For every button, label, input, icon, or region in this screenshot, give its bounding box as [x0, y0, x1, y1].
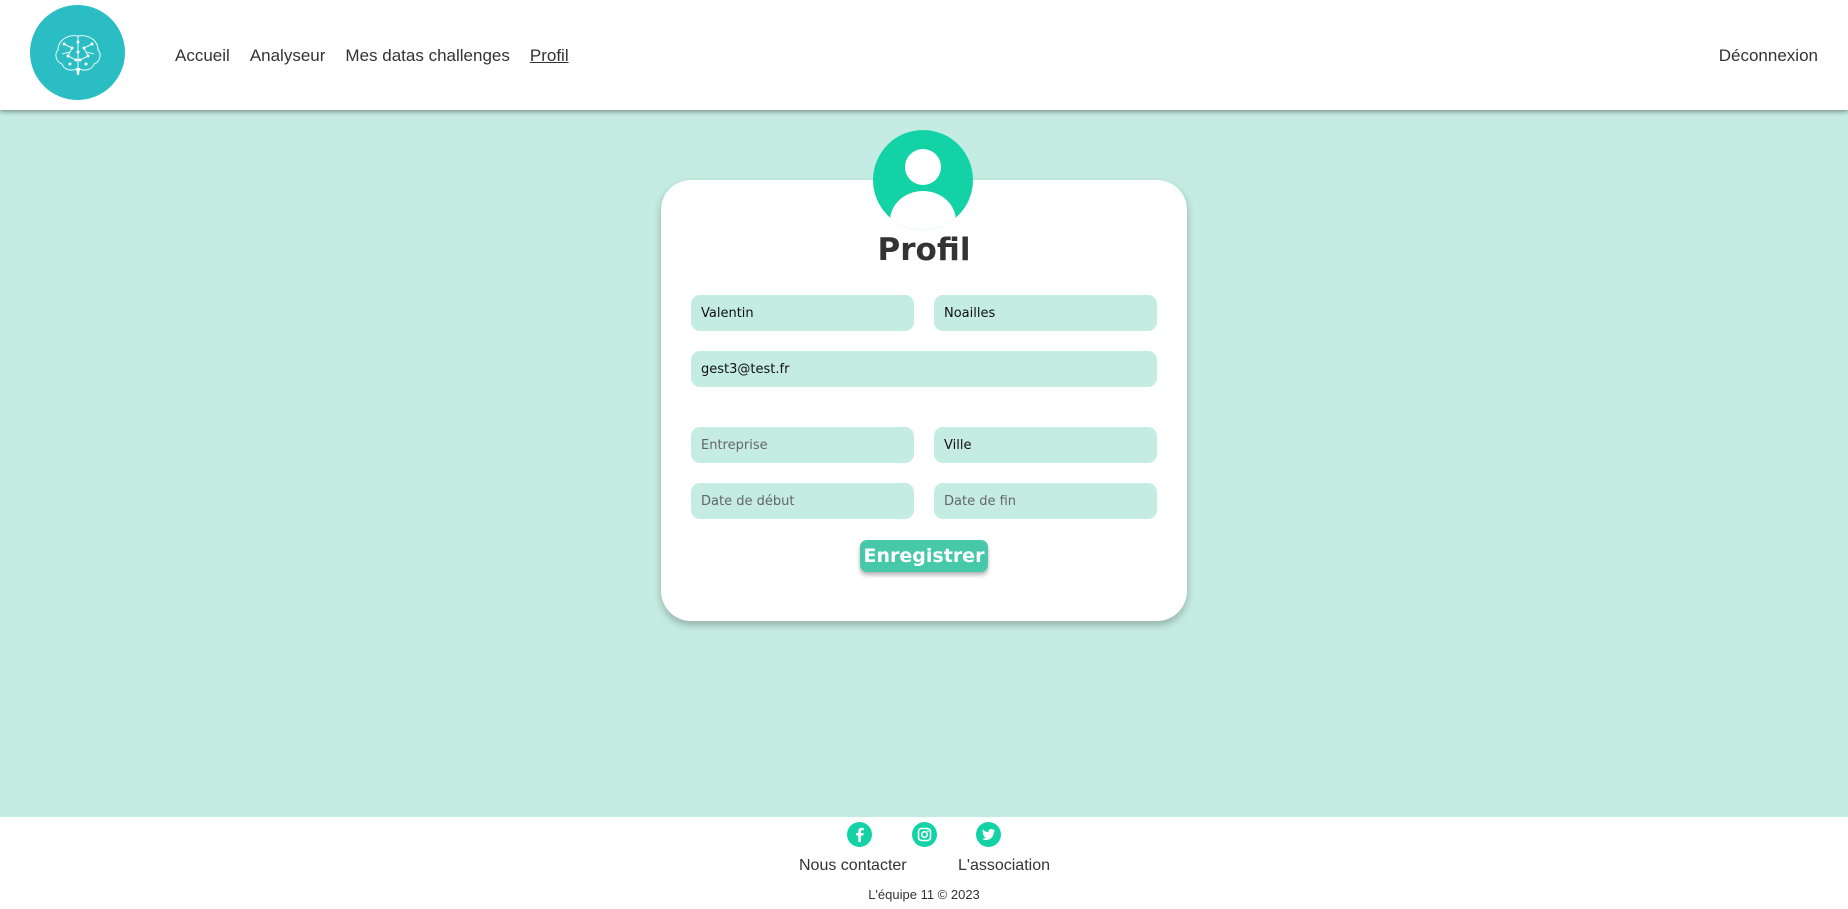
- avatar-body: [890, 191, 956, 230]
- company-field[interactable]: [691, 427, 914, 463]
- city-field[interactable]: [934, 427, 1157, 463]
- save-button[interactable]: Enregistrer: [860, 540, 988, 572]
- instagram-icon[interactable]: [912, 822, 937, 847]
- nav-mes-datas-challenges[interactable]: Mes datas challenges: [345, 46, 509, 66]
- twitter-icon[interactable]: [976, 822, 1001, 847]
- top-navbar: Accueil Analyseur Mes datas challenges P…: [0, 0, 1848, 110]
- email-field[interactable]: [691, 351, 1157, 387]
- copyright-text: L'équipe 11 © 2023: [868, 887, 980, 902]
- end-date-field[interactable]: [934, 483, 1157, 519]
- last-name-field[interactable]: [934, 295, 1157, 331]
- contact-link[interactable]: Nous contacter: [799, 857, 907, 875]
- logout-link[interactable]: Déconnexion: [1719, 46, 1818, 66]
- brain-logo-icon[interactable]: [30, 5, 125, 100]
- user-avatar-icon: [873, 130, 973, 230]
- nav-analyseur[interactable]: Analyseur: [250, 46, 326, 66]
- facebook-icon[interactable]: [847, 822, 872, 847]
- first-name-field[interactable]: [691, 295, 914, 331]
- nav-accueil[interactable]: Accueil: [175, 46, 230, 66]
- main-nav: Accueil Analyseur Mes datas challenges P…: [175, 46, 569, 66]
- nav-profil[interactable]: Profil: [530, 46, 569, 66]
- page-title: Profil: [877, 232, 971, 268]
- association-link[interactable]: L'association: [958, 857, 1050, 875]
- avatar-head: [905, 149, 941, 185]
- start-date-field[interactable]: [691, 483, 914, 519]
